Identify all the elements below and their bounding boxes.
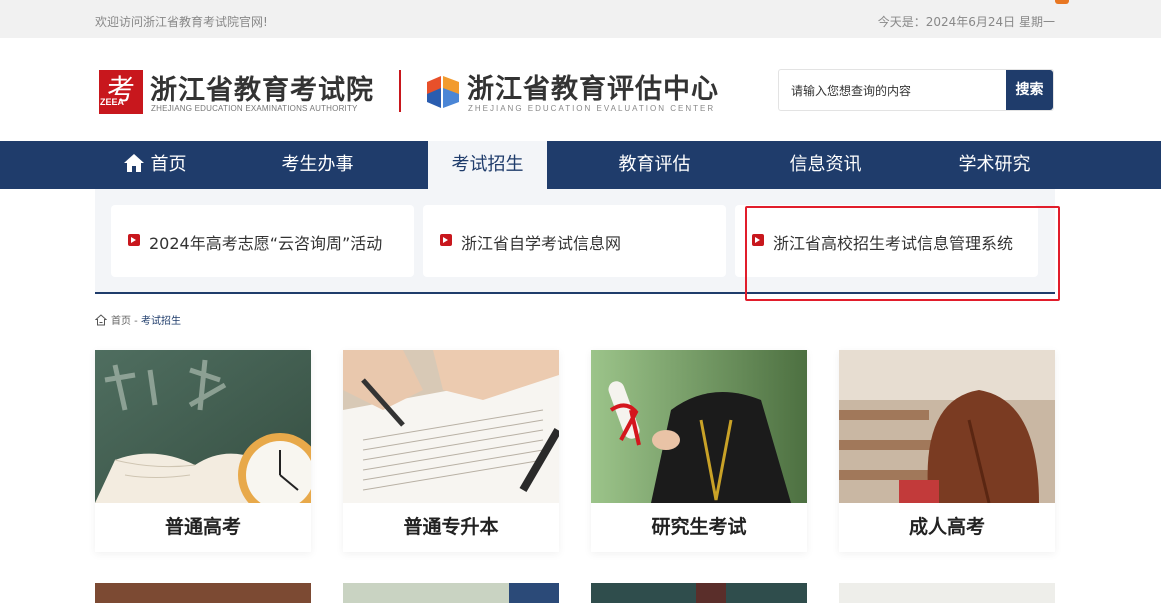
site-title-evaluation[interactable]: 浙江省教育评估中心 [467, 67, 719, 106]
zeea-logo[interactable]: 考 ZEEA [99, 70, 143, 114]
highlight-box [745, 206, 1060, 301]
arrow-right-icon [440, 234, 452, 246]
nav-item-news[interactable]: 信息资讯 [766, 141, 885, 189]
date-text: 今天是：2024年6月24日 星期一 [877, 15, 1055, 29]
gaokao-image [95, 350, 311, 503]
nav-item-research[interactable]: 学术研究 [935, 141, 1054, 189]
evaluation-center-logo[interactable] [423, 72, 463, 112]
nav-item-exams[interactable]: 考试招生 [428, 141, 547, 189]
nav-item-label: 首页 [150, 154, 187, 175]
breadcrumb-current: 考试招生 [140, 316, 181, 327]
tile-label: 研究生考试 [651, 516, 747, 538]
exam-paper-image [343, 350, 559, 503]
main-nav: 首页 考生办事 考试招生 教育评估 信息资讯 学术研究 [0, 141, 1161, 189]
tile-row2-3[interactable] [591, 583, 807, 603]
arrow-right-icon [128, 234, 140, 246]
tile-row2-1[interactable] [95, 583, 311, 603]
site-title-zeea[interactable]: 浙江省教育考试院 [150, 68, 374, 107]
tile-row2-4[interactable] [839, 583, 1055, 603]
home-outline-icon [95, 314, 107, 326]
tile-row2-3-figure [696, 583, 726, 603]
header-divider [399, 70, 401, 112]
site-subtitle-zeea: ZHEJIANG EDUCATION EXAMINATIONS AUTHORIT… [151, 104, 358, 113]
top-bar: 欢迎访问浙江省教育考试院官网! 今天是：2024年6月24日 星期一 [0, 0, 1161, 38]
tile-label: 普通高考 [164, 516, 241, 538]
zeea-logo-text: ZEEA [100, 97, 125, 107]
nav-item-home[interactable]: 首页 [95, 141, 214, 189]
nav-item-label: 教育评估 [618, 154, 691, 175]
nav-item-label: 考生办事 [281, 154, 354, 175]
breadcrumb: 首页 - 考试招生 [95, 312, 181, 327]
dropdown-link-self-study[interactable]: 浙江省自学考试信息网 [423, 205, 726, 277]
tile-row2-2-panel [509, 583, 559, 603]
nav-item-evaluation[interactable]: 教育评估 [595, 141, 714, 189]
graduate-image [591, 350, 807, 503]
breadcrumb-separator: - [131, 316, 141, 327]
home-icon [123, 154, 144, 172]
site-header: 考 ZEEA 浙江省教育考试院 ZHEJIANG EDUCATION EXAMI… [0, 38, 1161, 141]
nav-item-label: 信息资讯 [789, 154, 862, 175]
search-input[interactable] [791, 80, 1001, 102]
tile-label: 成人高考 [908, 516, 985, 538]
dropdown-link-gaokao-consult[interactable]: 2024年高考志愿“云咨询周”活动 [111, 205, 414, 277]
welcome-text: 欢迎访问浙江省教育考试院官网! [95, 15, 268, 29]
tile-label: 普通专升本 [403, 516, 499, 538]
nav-item-services[interactable]: 考生办事 [258, 141, 377, 189]
tile-gaokao[interactable]: 普通高考 [95, 350, 311, 552]
corner-tab[interactable] [1055, 0, 1069, 4]
search-button[interactable]: 搜索 [1006, 70, 1053, 110]
tile-row2-2[interactable] [343, 583, 559, 603]
nav-item-label: 学术研究 [958, 154, 1031, 175]
dropdown-link-label: 浙江省自学考试信息网 [461, 234, 622, 253]
dropdown-link-label: 2024年高考志愿“云咨询周”活动 [149, 234, 383, 253]
nav-item-label: 考试招生 [451, 154, 524, 175]
classroom-image [839, 350, 1055, 503]
search-box: 搜索 [778, 69, 1054, 111]
breadcrumb-home[interactable]: 首页 [111, 316, 131, 327]
tile-adult-gaokao[interactable]: 成人高考 [839, 350, 1055, 552]
site-subtitle-evaluation: ZHEJIANG EDUCATION EVALUATION CENTER [468, 104, 716, 113]
tile-upgrade[interactable]: 普通专升本 [343, 350, 559, 552]
tile-postgraduate[interactable]: 研究生考试 [591, 350, 807, 552]
